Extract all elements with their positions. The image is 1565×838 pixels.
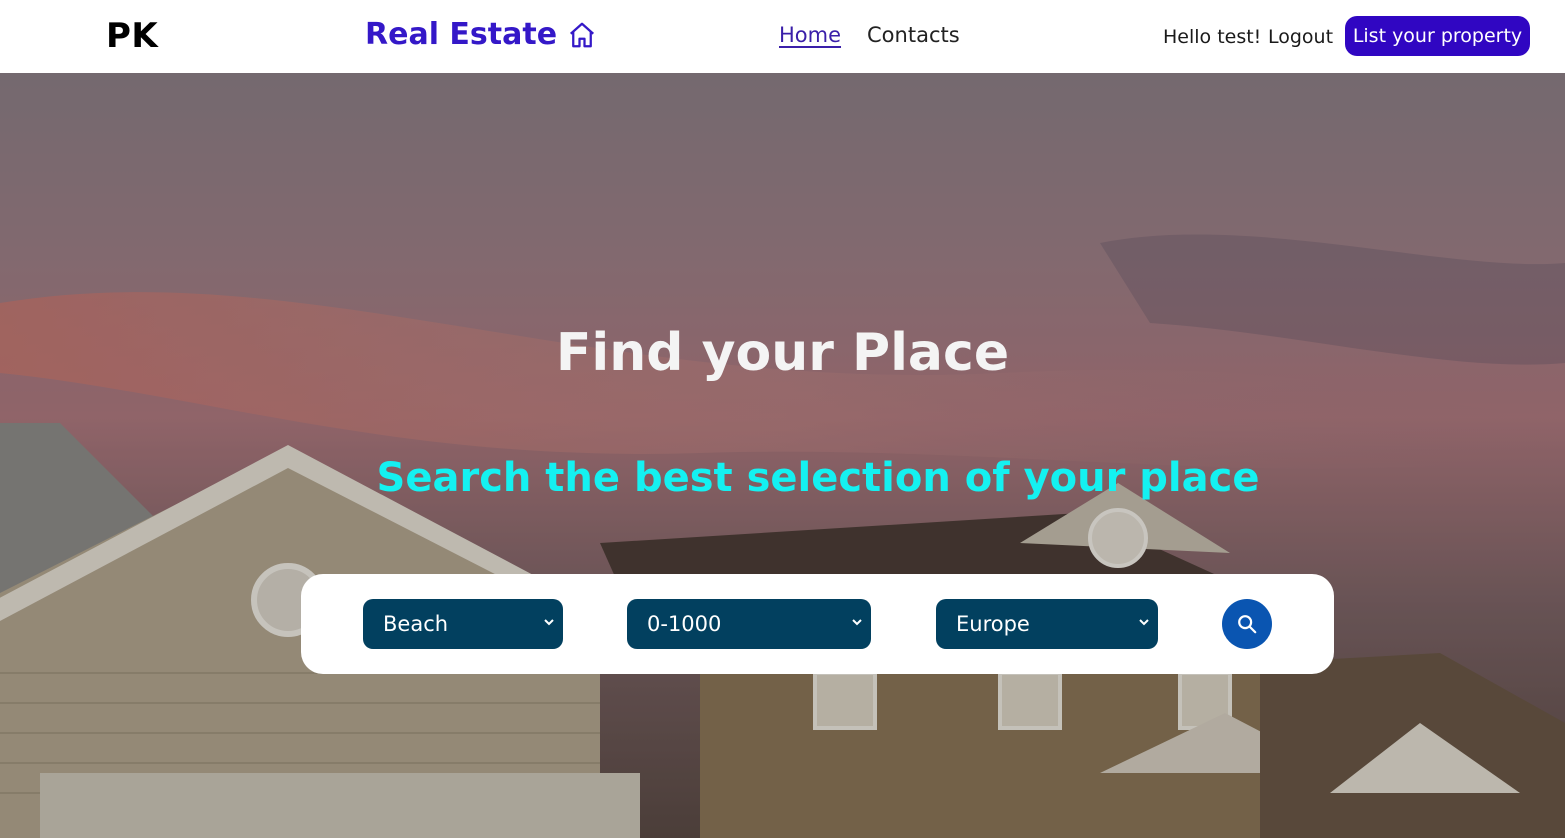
hero-title: Find your Place — [555, 323, 1010, 383]
search-button[interactable] — [1222, 599, 1272, 649]
user-greeting: Hello test! — [1163, 26, 1262, 48]
hero-section: Find your Place Search the best selectio… — [0, 73, 1565, 838]
logo[interactable]: PK — [106, 16, 158, 56]
nav-link-contacts[interactable]: Contacts — [867, 23, 960, 47]
property-type-value: Beach — [383, 612, 449, 636]
chevron-down-icon — [1139, 619, 1149, 626]
home-icon — [570, 22, 595, 47]
search-icon — [1238, 615, 1257, 634]
chevron-down-icon — [544, 619, 554, 626]
nav-link-home[interactable]: Home — [779, 23, 841, 47]
region-select[interactable]: Europe — [936, 599, 1158, 649]
list-property-button[interactable]: List your property — [1345, 16, 1530, 56]
logout-link[interactable]: Logout — [1268, 26, 1333, 48]
chevron-down-icon — [852, 619, 862, 626]
nav-links: Home Contacts — [779, 23, 960, 47]
navbar: PK Real Estate Home Contacts Hello test!… — [0, 0, 1565, 73]
price-range-value: 0-1000 — [647, 612, 722, 636]
hero-subtitle: Search the best selection of your place — [376, 455, 1260, 501]
region-value: Europe — [956, 612, 1030, 636]
brand-name: Real Estate — [365, 17, 558, 52]
search-panel: Beach 0-1000 Europe — [301, 574, 1334, 674]
brand-link[interactable]: Real Estate — [365, 17, 597, 52]
property-type-select[interactable]: Beach — [363, 599, 563, 649]
price-range-select[interactable]: 0-1000 — [627, 599, 871, 649]
